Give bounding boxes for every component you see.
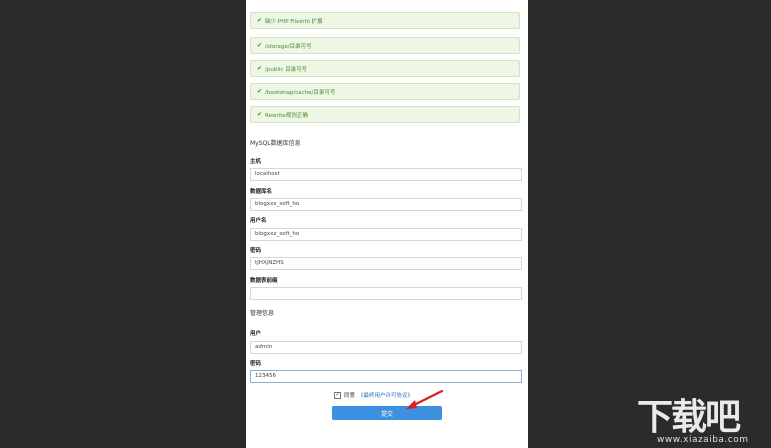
db-user-input[interactable]: blogxxx_soft_ho bbox=[250, 228, 522, 241]
agree-checkbox[interactable]: ✓ bbox=[334, 391, 341, 399]
db-password-label: 密码 bbox=[250, 248, 262, 254]
check-label: /storage/目录可写 bbox=[265, 43, 312, 50]
agree-label: 同意 bbox=[344, 393, 356, 399]
check-icon: ✔ bbox=[257, 111, 263, 118]
watermark-logo: 下载吧 www.xiazaiba.com bbox=[637, 388, 762, 448]
db-password-input[interactable]: tJHXjNZHS bbox=[250, 257, 522, 270]
table-prefix-input[interactable] bbox=[250, 287, 522, 300]
check-icon: ✔ bbox=[257, 88, 263, 95]
check-icon: ✔ bbox=[257, 17, 263, 24]
db-user-label: 用户名 bbox=[250, 218, 267, 224]
check-label: /bootstrap/cache/目录可写 bbox=[265, 89, 336, 96]
admin-user-input[interactable]: admin bbox=[250, 341, 522, 354]
check-icon: ✔ bbox=[257, 65, 263, 72]
check-label: 缺少 PHP Fileinfo 扩展 bbox=[265, 18, 323, 25]
installer-panel: ✔ 缺少 PHP Fileinfo 扩展 ✔ /storage/目录可写 ✔ /… bbox=[246, 0, 528, 448]
db-name-input[interactable]: blogxxx_soft_ho bbox=[250, 198, 522, 211]
check-bootstrap-cache: ✔ /bootstrap/cache/目录可写 bbox=[250, 83, 520, 100]
check-icon: ✔ bbox=[257, 42, 263, 49]
admin-password-input[interactable]: 123456 bbox=[250, 370, 522, 383]
check-storage: ✔ /storage/目录可写 bbox=[250, 37, 520, 54]
watermark-text: 下载吧 bbox=[637, 397, 741, 438]
arrow-annotation-icon bbox=[406, 389, 444, 409]
check-label: /public 目录可写 bbox=[265, 66, 308, 73]
admin-password-label: 密码 bbox=[250, 361, 262, 367]
mysql-section-title: MySQL数据库信息 bbox=[250, 140, 301, 147]
check-public: ✔ /public 目录可写 bbox=[250, 60, 520, 77]
admin-section-title: 管理信息 bbox=[250, 310, 275, 317]
host-input[interactable]: localhost bbox=[250, 168, 522, 181]
table-prefix-label: 数据表前缀 bbox=[250, 278, 278, 284]
check-fileinfo: ✔ 缺少 PHP Fileinfo 扩展 bbox=[250, 12, 520, 29]
admin-user-label: 用户 bbox=[250, 331, 262, 337]
watermark-url: www.xiazaiba.com bbox=[657, 435, 749, 445]
host-label: 主机 bbox=[250, 159, 262, 165]
check-rewrite: ✔ Rewrite规则正确 bbox=[250, 106, 520, 123]
db-name-label: 数据库名 bbox=[250, 189, 273, 195]
screenshot-stage: ✔ 缺少 PHP Fileinfo 扩展 ✔ /storage/目录可写 ✔ /… bbox=[0, 0, 771, 448]
check-label: Rewrite规则正确 bbox=[265, 112, 308, 119]
